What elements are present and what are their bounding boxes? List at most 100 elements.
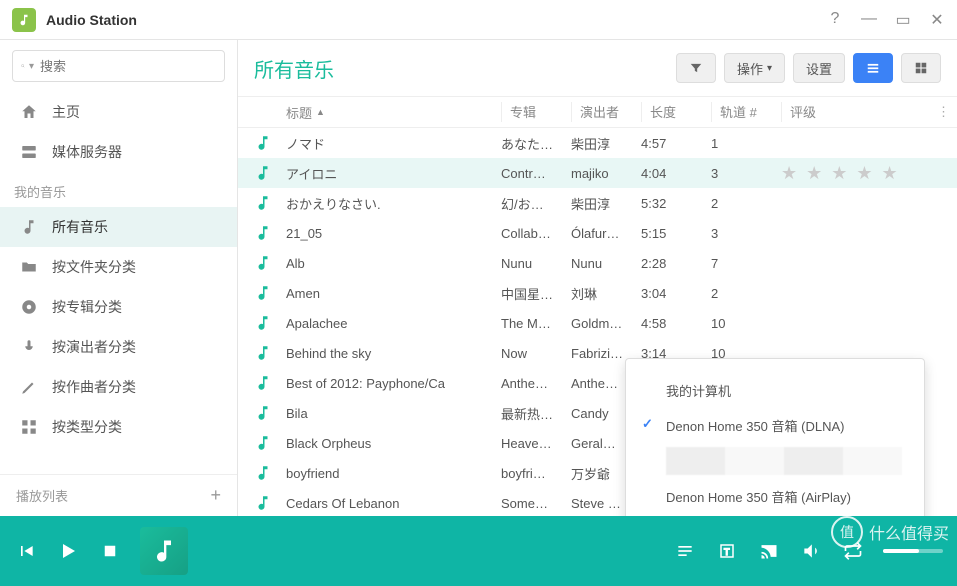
nav-label: 媒体服务器 [52,142,122,162]
cast-icon[interactable] [757,541,781,561]
cell-album: Contr… [501,166,571,181]
action-button[interactable]: 操作▾ [724,53,785,83]
cell-duration: 5:32 [641,196,711,211]
table-row[interactable]: おかえりなさい.幻/お…柴田淳5:322 [238,188,957,218]
music-icon [254,494,286,512]
cell-track: 2 [711,196,781,211]
cell-album: boyfri… [501,466,571,481]
cell-track: 2 [711,286,781,301]
cell-album: Nunu [501,256,571,271]
add-playlist-button[interactable]: + [210,485,221,506]
music-icon [254,464,286,482]
cell-title: Best of 2012: Payphone/Ca [286,376,501,391]
filter-button[interactable] [676,53,716,83]
col-artist[interactable]: 演出者 [571,102,641,122]
rating-stars[interactable]: ★ ★ ★ ★ ★ [781,163,900,184]
cell-duration: 5:15 [641,226,711,241]
queue-icon[interactable] [673,541,697,561]
stop-button[interactable] [98,542,122,560]
volume-icon[interactable] [799,541,823,561]
nav-label: 按专辑分类 [52,297,122,317]
settings-button[interactable]: 设置 [793,53,845,83]
table-row[interactable]: 21_05Collab…Ólafur…5:153 [238,218,957,248]
player-bar: T [0,516,957,586]
nav-label: 按类型分类 [52,417,122,437]
col-track[interactable]: 轨道 # [711,102,781,122]
nav-home[interactable]: 主页 [0,92,237,132]
music-icon [254,284,286,302]
search-box[interactable]: ▾ [12,50,225,82]
more-columns-icon[interactable]: ⋮ [937,104,957,120]
nav-label: 所有音乐 [52,217,108,237]
cell-title: Alb [286,256,501,271]
pen-icon [20,378,38,396]
popup-denon-dlna[interactable]: Denon Home 350 音箱 (DLNA) [626,408,924,443]
cell-album: The M… [501,316,571,331]
cell-album: Heave… [501,436,571,451]
close-icon[interactable]: ✕ [929,10,945,30]
col-title[interactable]: 标题▲ [286,103,501,122]
col-duration[interactable]: 长度 [641,102,711,122]
table-row[interactable]: Amen中国星…刘琳3:042 [238,278,957,308]
window-controls: ? — ▭ ✕ [827,10,945,30]
nav-media-server[interactable]: 媒体服务器 [0,132,237,172]
cell-title: アイロニ [286,164,501,183]
lyrics-icon[interactable]: T [715,542,739,560]
search-dropdown-icon[interactable]: ▾ [29,61,34,72]
cell-duration: 4:58 [641,316,711,331]
nav-by-album[interactable]: 按专辑分类 [0,287,237,327]
main-header: 所有音乐 操作▾ 设置 [238,40,957,96]
cell-title: 21_05 [286,226,501,241]
cell-artist: 柴田淳 [571,194,641,213]
col-album[interactable]: 专辑 [501,102,571,122]
music-icon [254,224,286,242]
nav-by-folder[interactable]: 按文件夹分类 [0,247,237,287]
col-rating[interactable]: 评级 [781,102,937,122]
nav-by-artist[interactable]: 按演出者分类 [0,327,237,367]
home-icon [20,103,38,121]
cell-duration: 4:57 [641,136,711,151]
search-input[interactable] [40,59,216,74]
grid-view-button[interactable] [901,53,941,83]
watermark-text: 什么值得买 [869,520,949,544]
table-row[interactable]: AlbNunuNunu2:287 [238,248,957,278]
table-row[interactable]: アイロニContr…majiko4:043★ ★ ★ ★ ★ [238,158,957,188]
popup-my-computer[interactable]: 我的计算机 [626,373,924,408]
prev-button[interactable] [14,541,38,561]
table-header: 标题▲ 专辑 演出者 长度 轨道 # 评级 ⋮ [238,96,957,128]
cell-title: Cedars Of Lebanon [286,496,501,511]
playlist-section: 播放列表 + [0,474,237,516]
maximize-icon[interactable]: ▭ [895,10,911,30]
cell-album: Now [501,346,571,361]
list-icon [866,61,880,75]
popup-blurred-item[interactable] [666,447,902,475]
volume-slider[interactable] [883,549,943,553]
nav-by-composer[interactable]: 按作曲者分类 [0,367,237,407]
titlebar: Audio Station ? — ▭ ✕ [0,0,957,40]
table-row[interactable]: ノマドあなた…柴田淳4:571 [238,128,957,158]
filter-icon [689,61,703,75]
grid-icon [20,418,38,436]
music-icon [254,434,286,452]
cell-artist: majiko [571,166,641,181]
nav-all-music[interactable]: 所有音乐 [0,207,237,247]
playlist-label: 播放列表 [16,486,68,505]
nav-label: 按文件夹分类 [52,257,136,277]
cell-title: boyfriend [286,466,501,481]
mic-icon [20,338,38,356]
cell-album: Collab… [501,226,571,241]
grid-icon [914,61,928,75]
nav-by-genre[interactable]: 按类型分类 [0,407,237,447]
minimize-icon[interactable]: — [861,10,877,30]
table-row[interactable]: ApalacheeThe M…Goldm…4:5810 [238,308,957,338]
list-view-button[interactable] [853,53,893,83]
music-icon [254,134,286,152]
help-icon[interactable]: ? [827,10,843,30]
watermark: 值 什么值得买 [831,516,949,548]
cell-duration: 2:28 [641,256,711,271]
album-art[interactable] [140,527,188,575]
cell-album: あなた… [501,134,571,153]
popup-denon-airplay[interactable]: Denon Home 350 音箱 (AirPlay) [626,479,924,514]
cell-track: 3 [711,226,781,241]
play-button[interactable] [56,536,80,566]
